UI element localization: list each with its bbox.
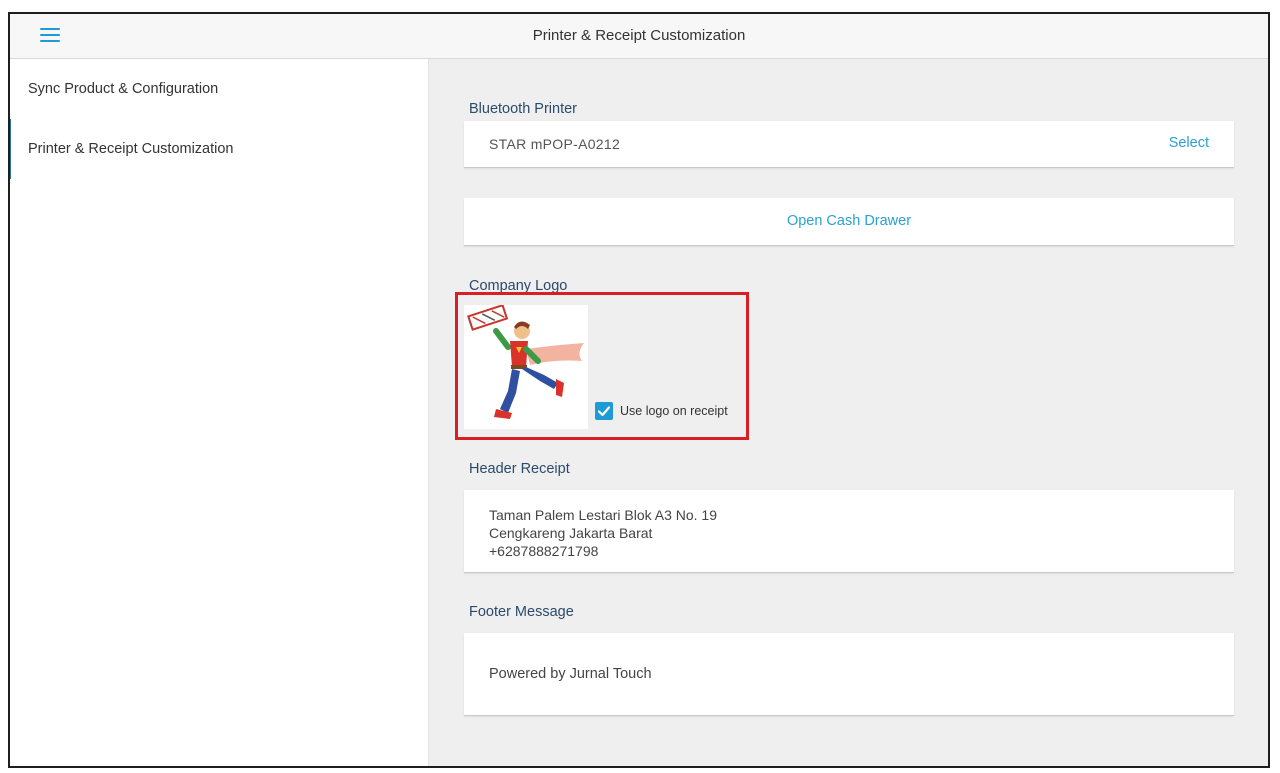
sidebar-item-label: Printer & Receipt Customization [28, 141, 234, 157]
logo-highlight-frame [455, 292, 749, 440]
top-app-bar: Printer & Receipt Customization [10, 14, 1268, 59]
page-title: Printer & Receipt Customization [532, 27, 746, 44]
open-cash-drawer-label: Open Cash Drawer [786, 213, 912, 229]
footer-message-field[interactable]: Powered by Jurnal Touch [464, 633, 1234, 716]
sidebar-item-label: Sync Product & Configuration [28, 81, 219, 97]
printer-device-name: STAR mPOP-A0212 [489, 136, 621, 152]
footer-message-text: Powered by Jurnal Touch [489, 666, 652, 682]
bluetooth-printer-label: Bluetooth Printer [469, 101, 578, 117]
settings-content: Bluetooth Printer STAR mPOP-A0212 Select… [429, 59, 1268, 766]
open-cash-drawer-button[interactable]: Open Cash Drawer [464, 198, 1234, 246]
header-receipt-text: Taman Palem Lestari Blok A3 No. 19 Cengk… [489, 506, 717, 560]
header-receipt-line: Cengkareng Jakarta Barat [489, 525, 653, 541]
select-printer-button[interactable]: Select [1169, 135, 1209, 151]
sidebar-item-sync-product[interactable]: Sync Product & Configuration [10, 59, 428, 119]
footer-message-label: Footer Message [469, 604, 574, 620]
header-receipt-line: Taman Palem Lestari Blok A3 No. 19 [489, 507, 718, 523]
sidebar-item-printer-receipt[interactable]: Printer & Receipt Customization [10, 119, 428, 179]
header-receipt-line: +6287888271798 [489, 543, 599, 559]
app-window: Printer & Receipt Customization Sync Pro… [8, 12, 1270, 768]
header-receipt-label: Header Receipt [469, 461, 570, 477]
bluetooth-printer-card: STAR mPOP-A0212 Select [464, 121, 1234, 168]
header-receipt-field[interactable]: Taman Palem Lestari Blok A3 No. 19 Cengk… [464, 490, 1234, 573]
sidebar: Sync Product & Configuration Printer & R… [10, 59, 429, 766]
